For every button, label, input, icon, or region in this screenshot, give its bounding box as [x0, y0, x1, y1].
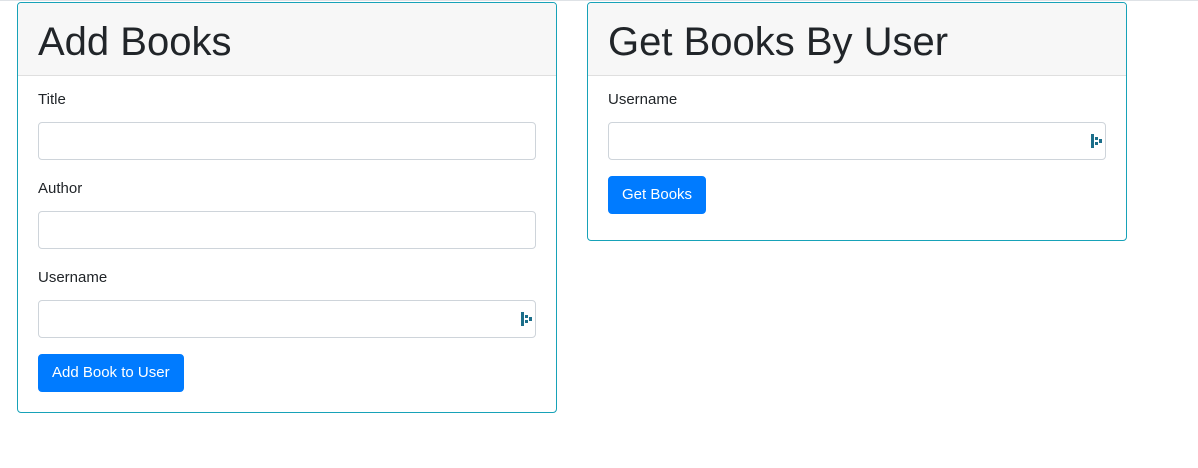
username-form-group: Username	[38, 268, 536, 338]
username-input[interactable]	[38, 300, 536, 338]
add-book-to-user-button[interactable]: Add Book to User	[38, 354, 184, 392]
title-label: Title	[38, 91, 66, 108]
password-manager-icon[interactable]	[1091, 134, 1102, 148]
add-books-card-header: Add Books	[18, 3, 556, 76]
author-input[interactable]	[38, 211, 536, 249]
get-username-label: Username	[608, 91, 678, 108]
get-books-title: Get Books By User	[608, 20, 949, 64]
get-books-button[interactable]: Get Books	[608, 176, 707, 214]
password-manager-icon[interactable]	[521, 312, 532, 326]
username-label: Username	[38, 269, 108, 286]
add-books-title: Add Books	[38, 20, 232, 64]
top-divider	[0, 0, 1198, 1]
get-books-form: Username Get Books	[588, 76, 1126, 214]
add-books-form: Title Author Username Add Book to User	[18, 76, 556, 392]
title-form-group: Title	[38, 90, 536, 160]
title-input[interactable]	[38, 122, 536, 160]
get-books-card-header: Get Books By User	[588, 3, 1126, 76]
author-label: Author	[38, 180, 83, 197]
add-books-card: Add Books Title Author Username Add Book…	[17, 2, 557, 413]
get-username-input[interactable]	[608, 122, 1106, 160]
get-books-card: Get Books By User Username Get Books	[587, 2, 1127, 241]
author-form-group: Author	[38, 179, 536, 249]
get-username-form-group: Username	[608, 90, 1106, 160]
